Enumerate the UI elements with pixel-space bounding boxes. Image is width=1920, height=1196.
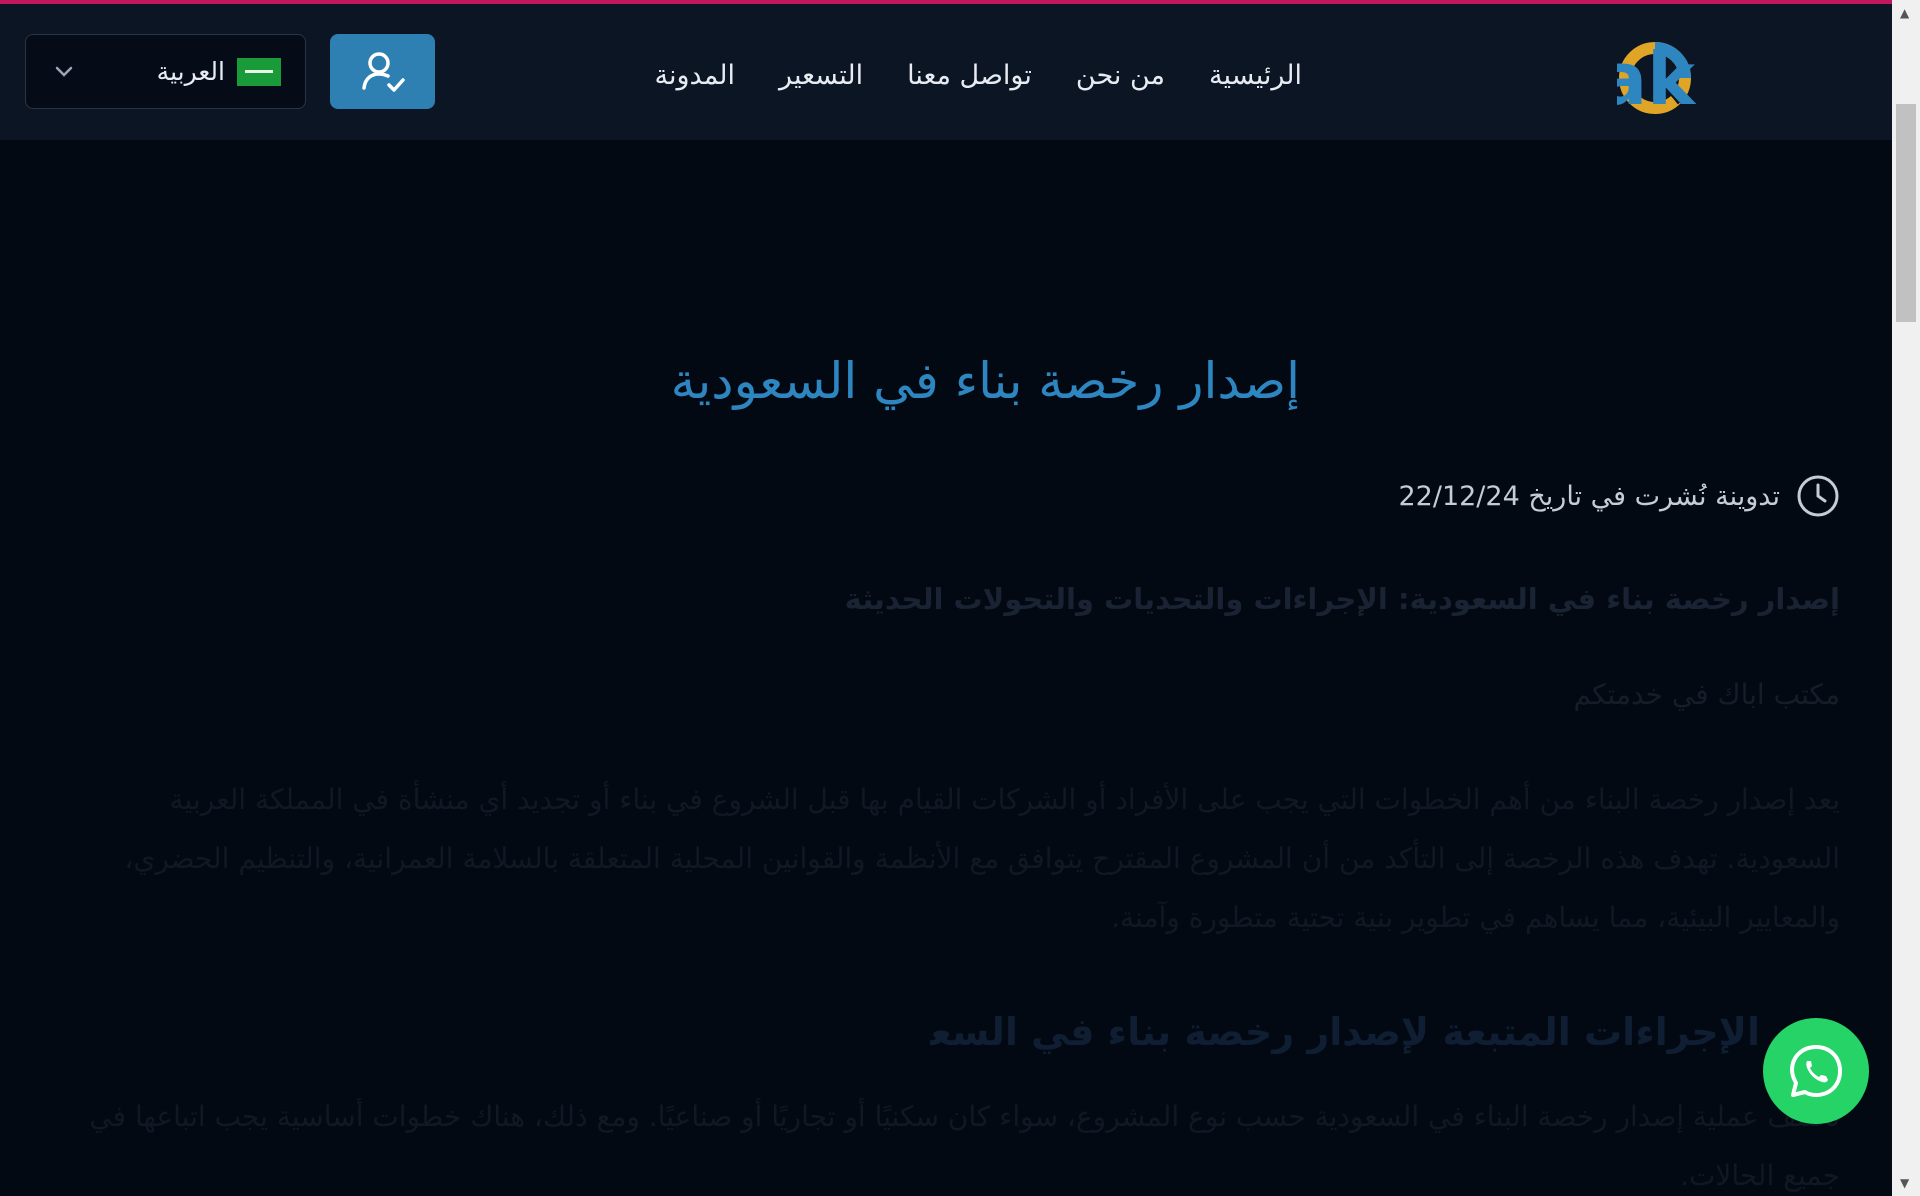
article-title: إصدار رخصة بناء في السعودية: [670, 352, 1300, 410]
whatsapp-button[interactable]: [1763, 1018, 1869, 1124]
main-nav: الرئيسية من نحن تواصل معنا التسعير المدو…: [611, 52, 1303, 100]
publish-meta: تدوينة نُشرت في تاريخ 22/12/24: [1398, 474, 1840, 518]
office-line: مكتب اباك في خدمتكم: [1573, 678, 1840, 711]
nav-contact[interactable]: تواصل معنا: [907, 52, 1032, 100]
user-check-icon: [361, 51, 405, 92]
nav-about[interactable]: من نحن: [1076, 52, 1165, 100]
whatsapp-icon: [1790, 1045, 1842, 1097]
site-header: bak الرئيسية من نحن تواصل معنا التسعير ا…: [0, 4, 1892, 140]
account-button[interactable]: [330, 34, 435, 109]
chevron-down-icon: [55, 66, 73, 77]
nav-pricing[interactable]: التسعير: [779, 52, 863, 100]
article-paragraph-1: يعد إصدار رخصة البناء من أهم الخطوات الت…: [124, 783, 1840, 934]
publish-date: تدوينة نُشرت في تاريخ 22/12/24: [1398, 480, 1780, 512]
scroll-thumb[interactable]: [1896, 104, 1916, 322]
section-heading: الإجراءات المتبعة لإصدار رخصة بناء في ال…: [930, 1010, 1760, 1054]
clock-icon: [1797, 475, 1839, 517]
site-logo[interactable]: bak: [1547, 36, 1859, 121]
article-subtitle: إصدار رخصة بناء في السعودية: الإجراءات و…: [844, 582, 1840, 616]
nav-blog[interactable]: المدونة: [655, 52, 736, 100]
article-paragraph-2: تختلف عملية إصدار رخصة البناء في السعودي…: [89, 1100, 1840, 1192]
scroll-down-arrow-icon[interactable]: ▼: [1900, 1176, 1909, 1190]
logo-text: bak: [1617, 37, 1697, 116]
nav-home[interactable]: الرئيسية: [1209, 52, 1302, 100]
language-label: العربية: [156, 57, 225, 86]
scroll-up-arrow-icon[interactable]: ▲: [1900, 6, 1909, 20]
language-select[interactable]: العربية: [25, 34, 306, 109]
page-scrollbar[interactable]: ▲ ▼: [1892, 0, 1920, 1196]
saudi-flag-icon: [237, 57, 281, 86]
